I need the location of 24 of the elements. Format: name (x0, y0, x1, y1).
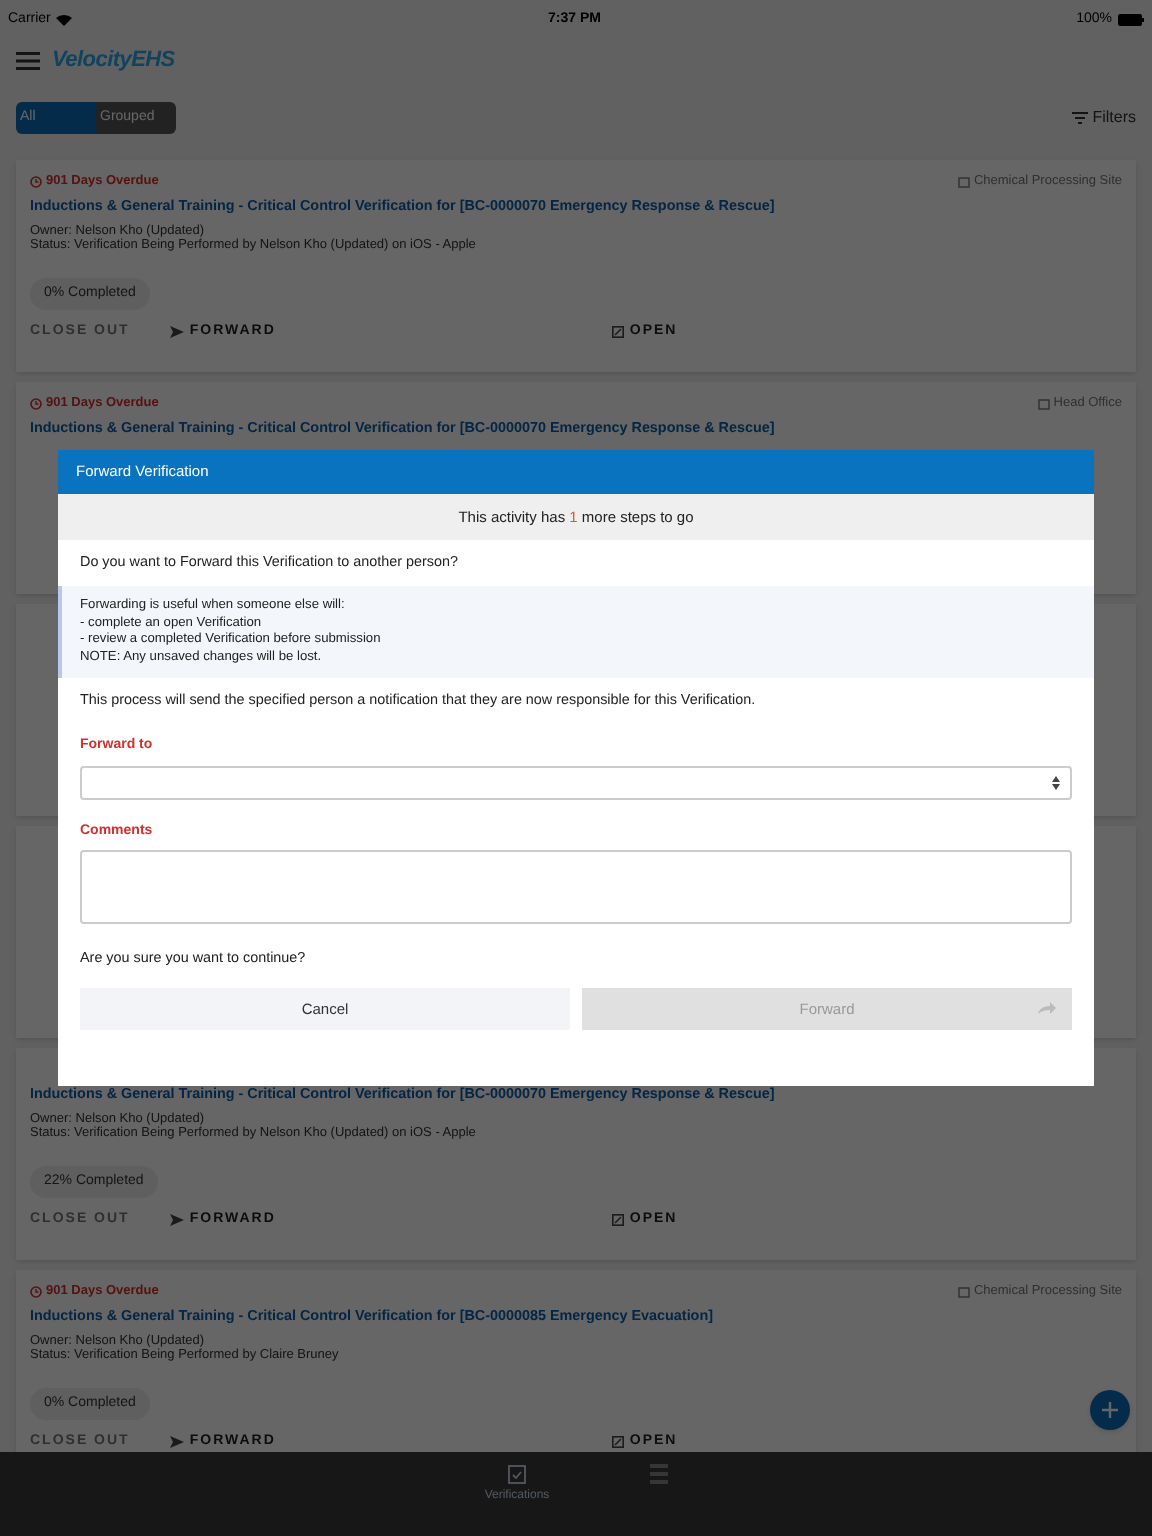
comments-field[interactable] (80, 850, 1072, 925)
clock-icon (30, 1285, 42, 1297)
app-logo: VelocityEHS (52, 45, 175, 76)
menu-icon (16, 51, 40, 69)
send-icon (169, 326, 184, 339)
edit-icon (611, 326, 624, 339)
building-icon (957, 175, 970, 187)
filter-icon (1072, 112, 1089, 124)
checklist-icon (507, 1464, 526, 1484)
battery-icon (1117, 14, 1144, 26)
send-icon (169, 1214, 184, 1227)
filters-button[interactable]: Filters (1072, 106, 1136, 130)
sort-arrows-icon (1052, 775, 1060, 790)
plus-icon (1102, 1402, 1118, 1418)
building-icon (1037, 397, 1050, 409)
share-arrow-icon (1038, 1002, 1056, 1015)
edit-icon (611, 1214, 624, 1227)
wifi-icon (56, 14, 73, 26)
building-icon (957, 1285, 970, 1297)
forward-to-select[interactable] (80, 765, 1072, 800)
edit-icon (611, 1436, 624, 1449)
list-icon (649, 1464, 668, 1484)
clock-icon (30, 175, 42, 187)
clock-icon (30, 397, 42, 409)
